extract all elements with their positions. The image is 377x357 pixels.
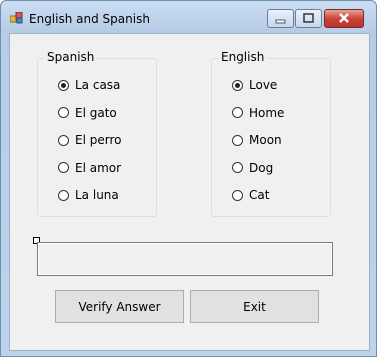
radio-button-icon[interactable]: [232, 107, 243, 118]
english-radio-option[interactable]: Love: [232, 76, 277, 94]
spanish-radio-label: La luna: [75, 188, 119, 202]
radio-button-icon[interactable]: [232, 134, 243, 146]
radio-button-icon[interactable]: [232, 79, 243, 91]
radio-selected-dot: [235, 82, 240, 88]
close-icon: [339, 13, 349, 23]
english-radio-label: Moon: [249, 133, 282, 147]
english-radio-option[interactable]: Dog: [232, 159, 273, 177]
radio-button-icon[interactable]: [58, 189, 69, 201]
answer-textbox[interactable]: [37, 242, 333, 276]
spanish-radio-option[interactable]: La luna: [58, 186, 119, 204]
radio-button-icon[interactable]: [232, 162, 243, 173]
spanish-group-label: Spanish: [44, 50, 98, 64]
english-radio-label: Dog: [249, 160, 274, 175]
spanish-radio-option[interactable]: El gato: [58, 104, 117, 122]
english-radio-label: Love: [249, 78, 278, 92]
spanish-radio-option[interactable]: El amor: [58, 159, 121, 177]
form-client-area: Spanish La casa El gato El perro El amor La …: [9, 33, 370, 351]
radio-selected-dot: [61, 82, 66, 88]
english-group: English Love Home Moon Dog Cat: [211, 50, 331, 217]
title-bar[interactable]: English and Spanish: [1, 1, 376, 33]
minimize-button[interactable]: [267, 9, 294, 28]
spanish-radio-label: La casa: [75, 78, 121, 92]
window-title: English and Spanish: [29, 12, 150, 26]
minimize-icon: [275, 19, 286, 24]
verify-answer-button[interactable]: Verify Answer: [55, 290, 184, 323]
spanish-group: Spanish La casa El gato El perro El amor La …: [37, 50, 157, 217]
radio-button-icon[interactable]: [58, 162, 69, 173]
maximize-icon: [303, 13, 314, 23]
spanish-radio-option[interactable]: El perro: [58, 131, 121, 149]
english-radio-label: Home: [249, 105, 285, 120]
spanish-radio-label: El gato: [75, 105, 117, 120]
spanish-radio-option[interactable]: La casa: [58, 76, 120, 94]
spanish-radio-label: El perro: [75, 133, 122, 147]
radio-button-icon[interactable]: [232, 189, 243, 201]
radio-button-icon[interactable]: [58, 134, 69, 146]
app-icon: [10, 12, 23, 24]
english-radio-option[interactable]: Home: [232, 104, 284, 122]
english-radio-label: Cat: [249, 188, 270, 202]
radio-button-icon[interactable]: [58, 107, 69, 118]
english-radio-option[interactable]: Cat: [232, 186, 269, 204]
app-window: English and Spanish Spanish La casa El ga…: [0, 0, 377, 357]
close-button[interactable]: [324, 9, 364, 28]
maximize-button[interactable]: [295, 9, 322, 28]
english-radio-option[interactable]: Moon: [232, 131, 282, 149]
exit-label: Exit: [243, 299, 266, 314]
exit-button[interactable]: Exit: [190, 290, 319, 323]
verify-answer-label: Verify Answer: [78, 299, 161, 314]
english-group-label: English: [218, 50, 268, 64]
spanish-radio-label: El amor: [75, 160, 122, 175]
radio-button-icon[interactable]: [58, 79, 69, 91]
